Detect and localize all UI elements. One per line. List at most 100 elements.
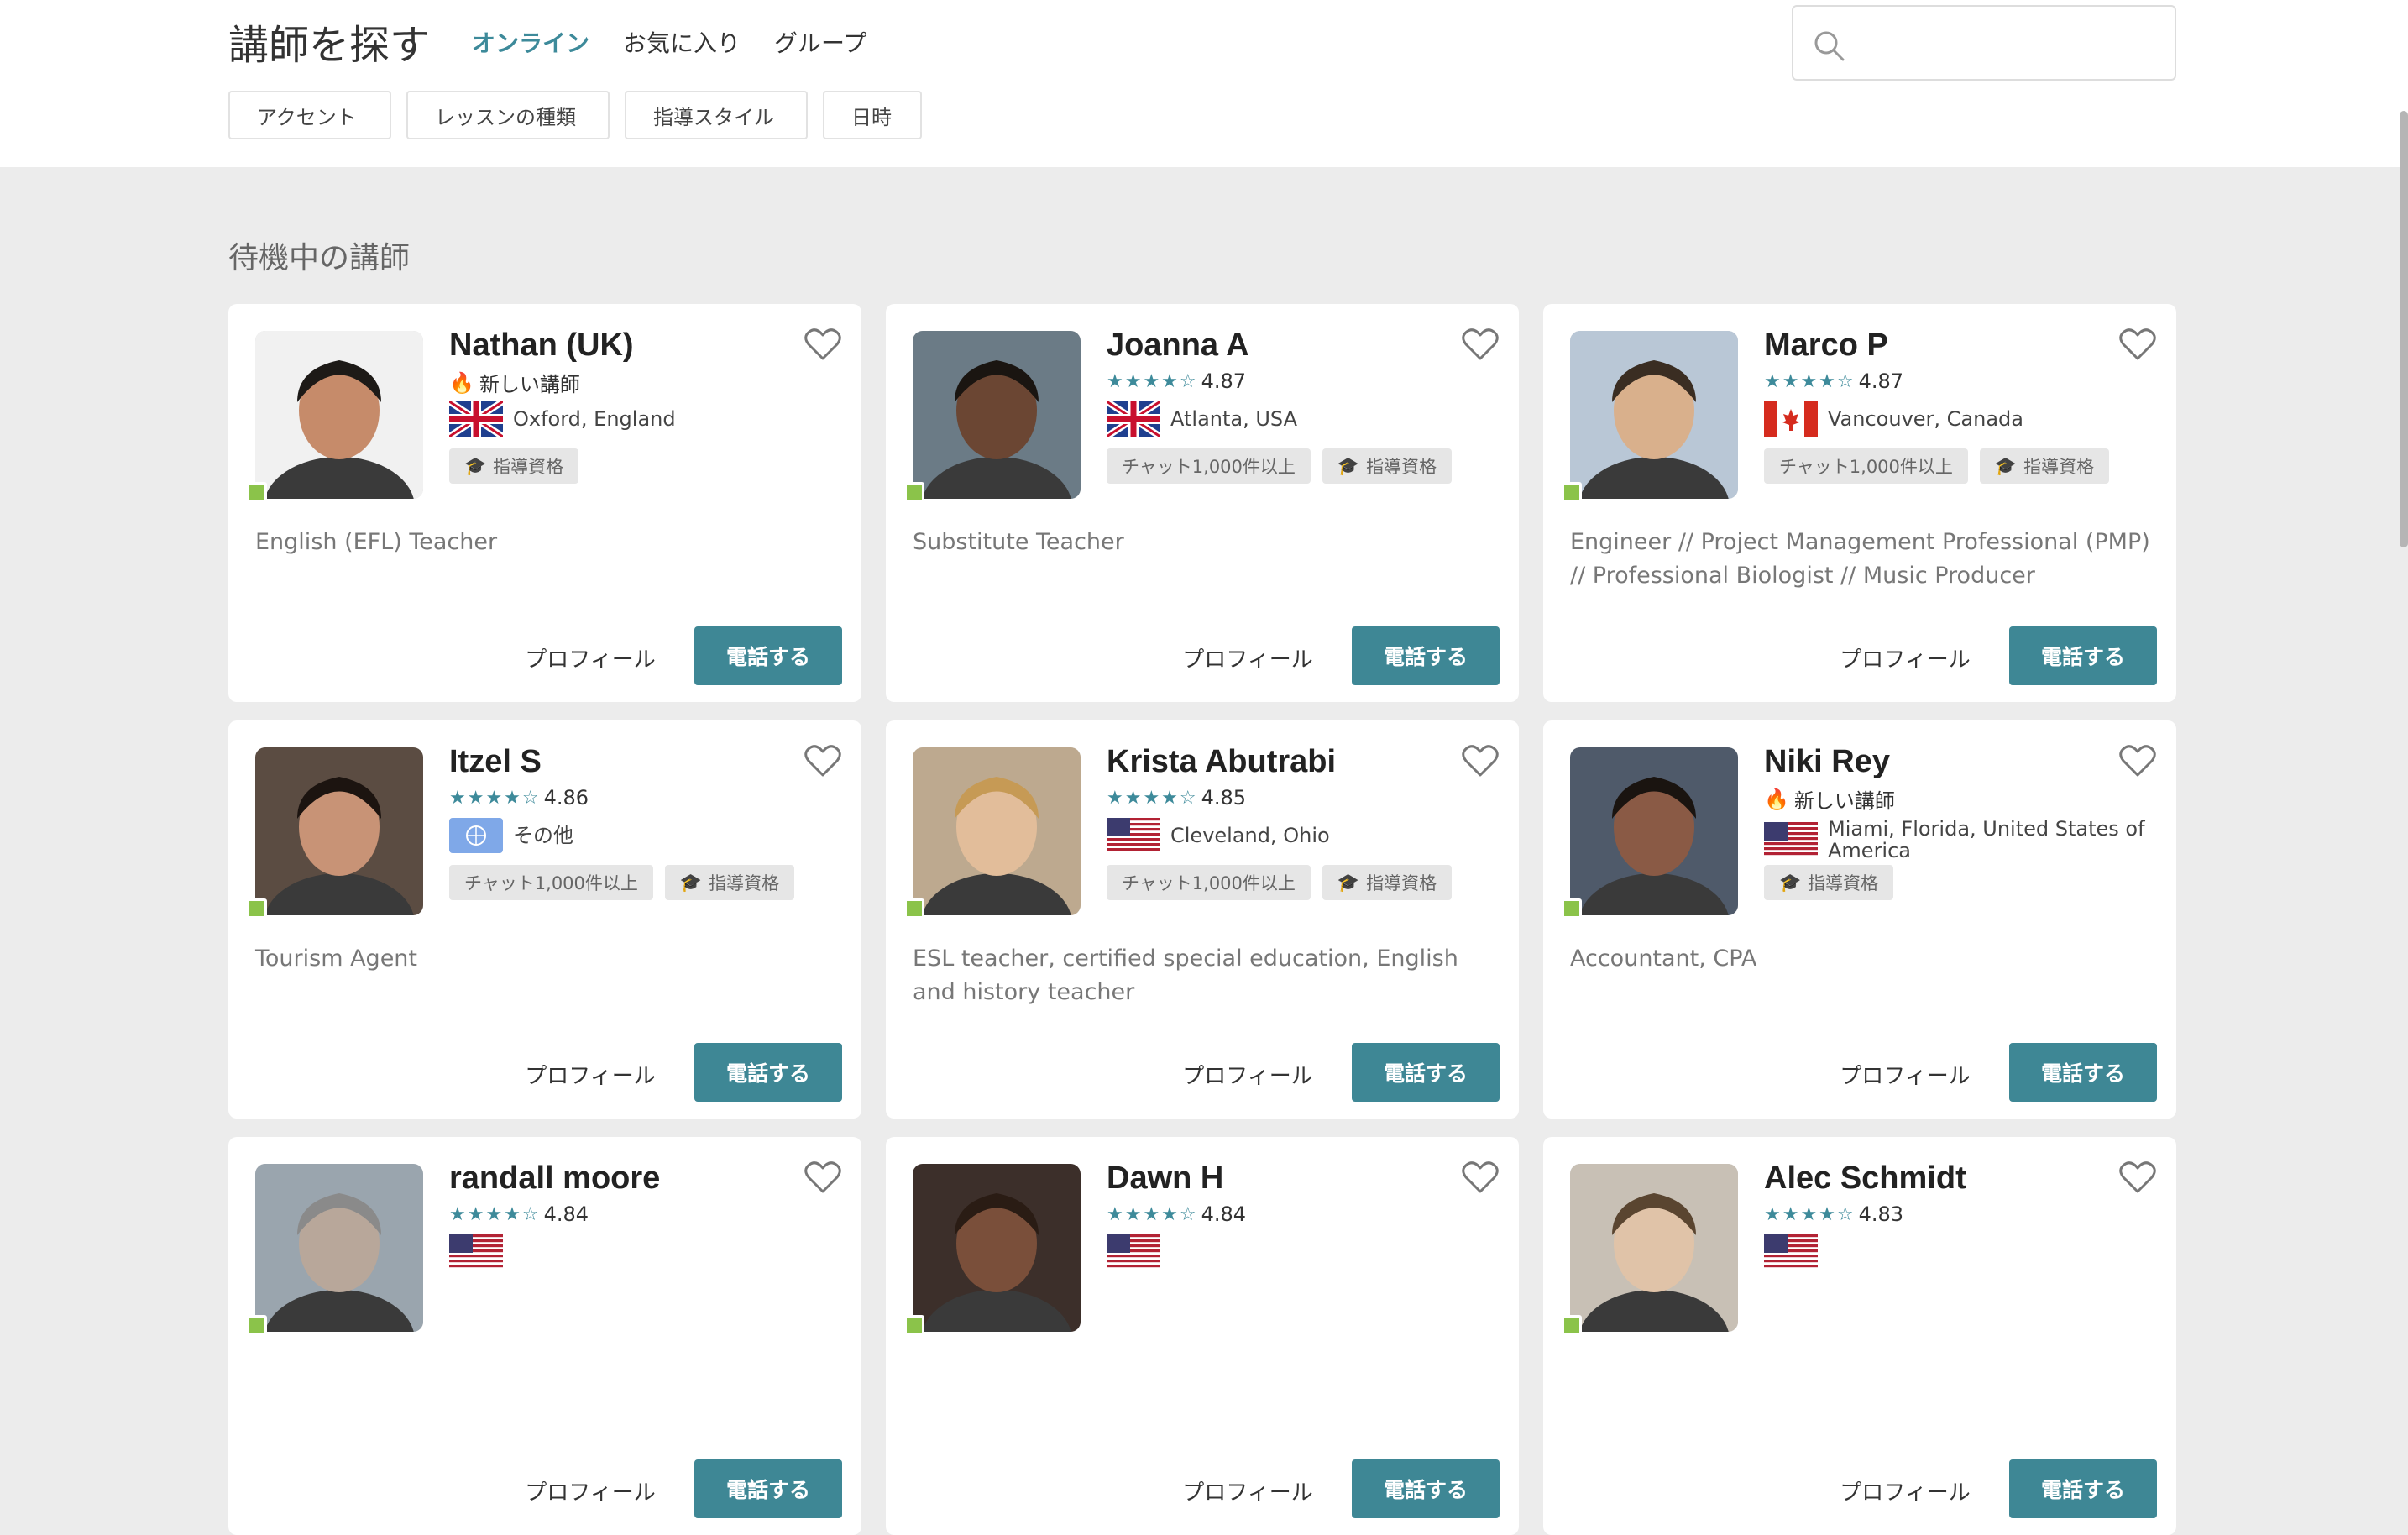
online-status-dot: [904, 898, 924, 919]
graduation-cap-icon: 🎓: [464, 455, 487, 476]
tutor-photo[interactable]: [913, 1164, 1081, 1332]
profile-button[interactable]: プロフィール: [1829, 1461, 1981, 1520]
flag-icon: [1764, 401, 1818, 437]
favorite-heart-icon[interactable]: [2119, 744, 2156, 781]
favorite-heart-icon[interactable]: [804, 744, 841, 781]
tutor-photo[interactable]: [255, 1164, 423, 1332]
star-rating-icon: ★★★★☆: [1107, 787, 1198, 809]
flag-icon: [1764, 1234, 1818, 1270]
flag-icon: [1107, 1234, 1160, 1270]
star-rating-icon: ★★★★☆: [1107, 1203, 1198, 1225]
tutor-name[interactable]: Itzel S: [449, 744, 542, 780]
favorite-heart-icon[interactable]: [804, 1160, 841, 1197]
filter-datetime[interactable]: 日時: [823, 91, 922, 139]
tutor-card[interactable]: randall moore ★★★★☆ 4.84 プロフィール 電話する: [228, 1137, 861, 1535]
search-input[interactable]: [1861, 22, 2158, 65]
call-button[interactable]: 電話する: [2009, 1043, 2157, 1102]
call-button[interactable]: 電話する: [694, 626, 842, 685]
tutor-name[interactable]: Alec Schmidt: [1764, 1160, 1966, 1197]
favorite-heart-icon[interactable]: [1462, 744, 1499, 781]
star-rating-icon: ★★★★☆: [449, 1203, 541, 1225]
certified-tag: 🎓 指導資格: [664, 865, 795, 900]
call-button[interactable]: 電話する: [1352, 626, 1500, 685]
flag-icon: [449, 818, 503, 853]
scrollbar[interactable]: [2400, 111, 2408, 547]
call-button[interactable]: 電話する: [2009, 1459, 2157, 1518]
profile-button[interactable]: プロフィール: [1171, 628, 1324, 687]
favorite-heart-icon[interactable]: [2119, 327, 2156, 364]
tutor-photo[interactable]: [913, 747, 1081, 915]
flame-icon: 🔥: [449, 370, 474, 395]
tutor-name[interactable]: Marco P: [1764, 327, 1888, 364]
tutor-photo[interactable]: [1570, 1164, 1738, 1332]
online-status-dot: [1562, 482, 1582, 502]
profile-button[interactable]: プロフィール: [514, 1461, 667, 1520]
filter-lesson-type[interactable]: レッスンの種類: [406, 91, 610, 139]
tag-list: チャット1,000件以上 🎓 指導資格: [1107, 448, 1453, 484]
tutor-name[interactable]: Dawn H: [1107, 1160, 1223, 1197]
online-status-dot: [904, 1315, 924, 1335]
profile-button[interactable]: プロフィール: [1171, 1045, 1324, 1103]
flame-icon: 🔥: [1764, 787, 1789, 811]
tutor-photo[interactable]: [1570, 747, 1738, 915]
online-status-dot: [1562, 898, 1582, 919]
call-button[interactable]: 電話する: [694, 1043, 842, 1102]
flag-icon: [1107, 818, 1160, 853]
call-button[interactable]: 電話する: [1352, 1043, 1500, 1102]
rating-value: 4.85: [1201, 786, 1247, 809]
tutor-card[interactable]: Krista Abutrabi ★★★★☆ 4.85 Cleveland, Ohio チ…: [886, 720, 1519, 1119]
online-status-dot: [904, 482, 924, 502]
tutor-card[interactable]: Itzel S ★★★★☆ 4.86 その他 チャット1,000件以上 🎓 指導資格 Tour…: [228, 720, 861, 1119]
filter-accent[interactable]: アクセント: [228, 91, 391, 139]
favorite-heart-icon[interactable]: [2119, 1160, 2156, 1197]
profile-button[interactable]: プロフィール: [1829, 1045, 1981, 1103]
tutor-photo[interactable]: [913, 331, 1081, 499]
tutor-photo[interactable]: [255, 747, 423, 915]
tutor-photo-icon: [255, 1164, 423, 1332]
rating-value: 4.83: [1858, 1202, 1904, 1226]
search-box[interactable]: [1792, 5, 2176, 81]
flag-icon: [449, 401, 503, 437]
tutor-photo-icon: [1570, 1164, 1738, 1332]
tab-group[interactable]: グループ: [774, 25, 866, 59]
filter-teaching-style[interactable]: 指導スタイル: [625, 91, 808, 139]
online-status-dot: [1562, 1315, 1582, 1335]
tutor-name[interactable]: Joanna A: [1107, 327, 1249, 364]
tab-online[interactable]: オンライン: [472, 25, 589, 59]
location: Miami, Florida, United States of America: [1764, 818, 2150, 862]
call-button[interactable]: 電話する: [1352, 1459, 1500, 1518]
star-rating-icon: ★★★★☆: [1764, 370, 1856, 392]
favorite-heart-icon[interactable]: [804, 327, 841, 364]
tag-list: チャット1,000件以上 🎓 指導資格: [1107, 865, 1453, 900]
profile-button[interactable]: プロフィール: [1829, 628, 1981, 687]
location-text: Vancouver, Canada: [1828, 407, 2023, 431]
tutor-photo[interactable]: [255, 331, 423, 499]
online-status-dot: [247, 1315, 267, 1335]
tutor-name[interactable]: randall moore: [449, 1160, 660, 1197]
tutor-card[interactable]: Niki Rey 🔥 新しい講師 Miami, Florida, United Sta…: [1543, 720, 2176, 1119]
tutor-name[interactable]: Nathan (UK): [449, 327, 634, 364]
tutor-name[interactable]: Niki Rey: [1764, 744, 1890, 780]
call-button[interactable]: 電話する: [2009, 626, 2157, 685]
favorite-heart-icon[interactable]: [1462, 327, 1499, 364]
tag-list: 🎓 指導資格: [1764, 865, 1894, 900]
tutor-photo-icon: [255, 747, 423, 915]
profile-button[interactable]: プロフィール: [514, 628, 667, 687]
rating: ★★★★☆ 4.86: [449, 786, 589, 809]
tutor-card[interactable]: Nathan (UK) 🔥 新しい講師 Oxford, England 🎓 指導資格 Eng…: [228, 304, 861, 702]
profile-button[interactable]: プロフィール: [1171, 1461, 1324, 1520]
tutor-card[interactable]: Alec Schmidt ★★★★☆ 4.83 プロフィール 電話する: [1543, 1137, 2176, 1535]
page-title: 講師を探す: [228, 22, 431, 69]
tutor-card[interactable]: Marco P ★★★★☆ 4.87 Vancouver, Canada チャット1,0…: [1543, 304, 2176, 702]
call-button[interactable]: 電話する: [694, 1459, 842, 1518]
star-rating-icon: ★★★★☆: [449, 787, 541, 809]
tutor-name[interactable]: Krista Abutrabi: [1107, 744, 1336, 780]
favorite-heart-icon[interactable]: [1462, 1160, 1499, 1197]
tutor-card[interactable]: Dawn H ★★★★☆ 4.84 プロフィール 電話する: [886, 1137, 1519, 1535]
chat-count-tag: チャット1,000件以上: [1107, 448, 1311, 484]
certified-tag: 🎓 指導資格: [1322, 448, 1453, 484]
tutor-card[interactable]: Joanna A ★★★★☆ 4.87 Atlanta, USA チャット1,000件以…: [886, 304, 1519, 702]
profile-button[interactable]: プロフィール: [514, 1045, 667, 1103]
tutor-photo[interactable]: [1570, 331, 1738, 499]
tab-favorites[interactable]: お気に入り: [623, 25, 741, 59]
